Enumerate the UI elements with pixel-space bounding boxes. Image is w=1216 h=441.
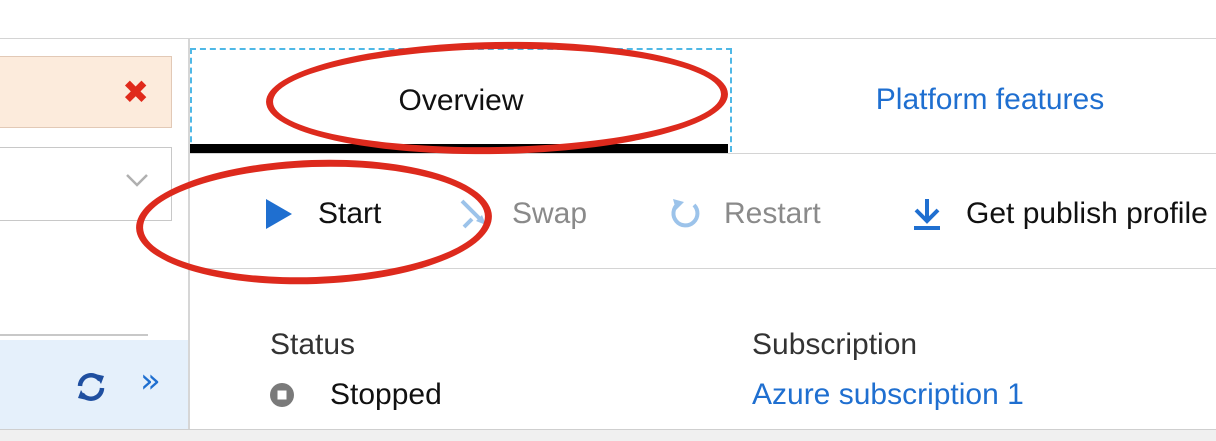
start-button[interactable]: Start — [262, 186, 381, 242]
restart-icon — [671, 199, 700, 228]
stopped-icon — [270, 383, 294, 407]
divider — [0, 334, 148, 336]
get-publish-profile-button[interactable]: Get publish profile — [910, 186, 1208, 242]
subscription-link[interactable]: Azure subscription 1 — [752, 378, 1024, 412]
play-icon — [266, 199, 292, 229]
restart-button[interactable]: Restart — [668, 186, 821, 242]
refresh-icon[interactable] — [74, 370, 108, 404]
active-tab-indicator — [190, 144, 728, 153]
restart-label: Restart — [724, 197, 821, 230]
status-label: Status — [270, 328, 356, 361]
subscription-label: Subscription — [752, 328, 918, 361]
tab-platform-features[interactable]: Platform features — [780, 48, 1200, 152]
dropdown-select[interactable] — [0, 147, 172, 221]
swap-label: Swap — [512, 197, 588, 230]
tab-overview[interactable]: Overview — [190, 48, 732, 152]
swap-icon — [460, 199, 486, 229]
expand-icon[interactable]: » — [140, 364, 161, 398]
tab-overview-label: Overview — [398, 84, 524, 117]
left-toolbar-strip: » — [0, 340, 188, 430]
download-icon — [914, 199, 940, 230]
toolbar-divider — [190, 268, 1216, 269]
close-icon[interactable]: ✖ — [122, 76, 149, 108]
status-value: Stopped — [270, 378, 442, 412]
status-text: Stopped — [330, 378, 442, 411]
error-notification: ✖ — [0, 56, 172, 128]
tab-platform-features-label: Platform features — [875, 83, 1105, 116]
get-publish-profile-label: Get publish profile — [966, 197, 1208, 230]
start-label: Start — [318, 197, 382, 230]
swap-button[interactable]: Swap — [456, 186, 587, 242]
bottom-scroll-edge — [0, 429, 1216, 441]
tab-divider — [190, 153, 1216, 154]
chevron-down-icon — [126, 174, 148, 187]
